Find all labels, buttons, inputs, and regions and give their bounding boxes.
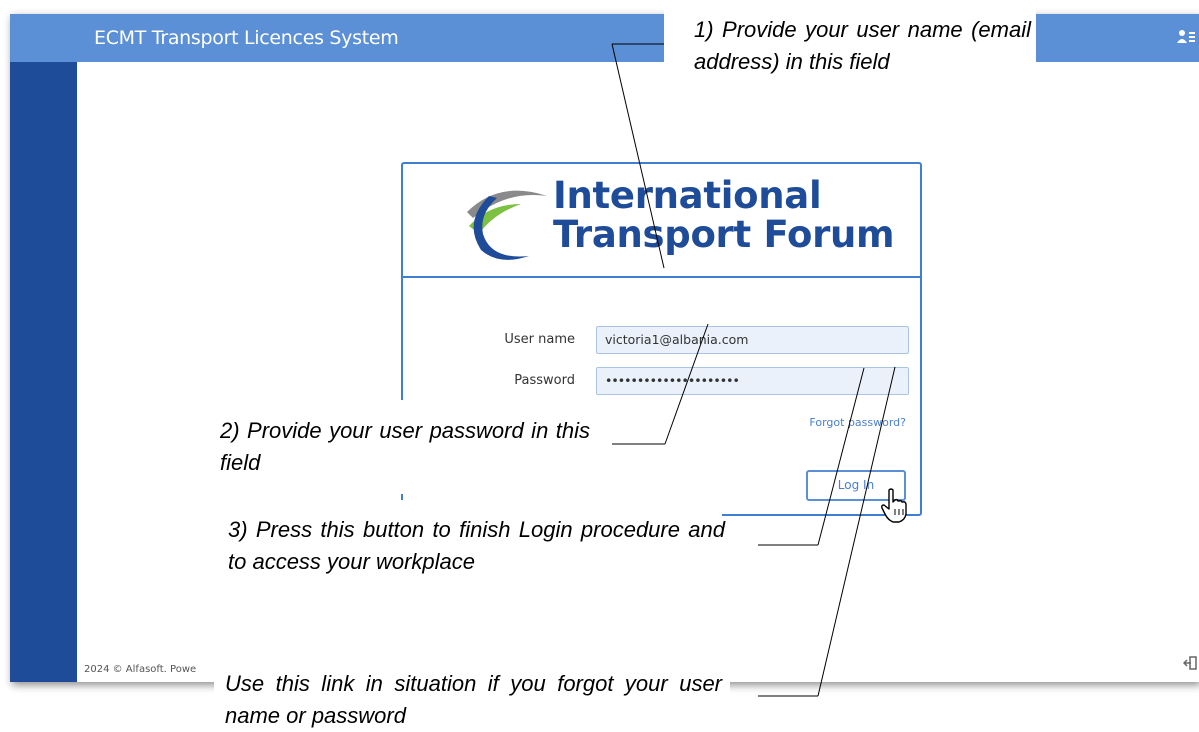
logo-area: International Transport Forum (403, 164, 920, 278)
callout-box-3: 3) Press this button to finish Login pro… (212, 500, 725, 590)
user-menu-icon[interactable] (1177, 29, 1195, 45)
footer-copyright: 2024 © Alfasoft. Powe (84, 664, 197, 675)
password-label: Password (514, 373, 575, 388)
forgot-password-link[interactable]: Forgot password? (809, 416, 906, 429)
callout-box-4: Use this link in situation if you forgot… (214, 668, 730, 729)
logo-line-2: Transport Forum (553, 213, 895, 256)
callout-password: 2) Provide your user password in this fi… (220, 418, 590, 475)
callout-box-2: 2) Provide your user password in this fi… (208, 400, 602, 494)
sidebar (10, 62, 77, 682)
app-title: ECMT Transport Licences System (94, 27, 399, 49)
logo-text: International Transport Forum (553, 174, 895, 256)
itf-logo-icon (467, 190, 547, 260)
logo-line-1: International (553, 174, 822, 217)
callout-login: 3) Press this button to finish Login pro… (228, 517, 725, 574)
callout-forgot: Use this link in situation if you forgot… (225, 671, 722, 728)
password-input[interactable]: ••••••••••••••••••••• (596, 367, 909, 395)
callout-box-1: 1) Provide your user name (email address… (664, 0, 1036, 100)
hand-cursor-icon (881, 488, 907, 523)
username-label: User name (504, 332, 575, 347)
callout-username: 1) Provide your user name (email address… (694, 17, 1031, 74)
username-input[interactable]: victoria1@albania.com (596, 326, 909, 354)
logout-icon[interactable] (1183, 656, 1197, 670)
